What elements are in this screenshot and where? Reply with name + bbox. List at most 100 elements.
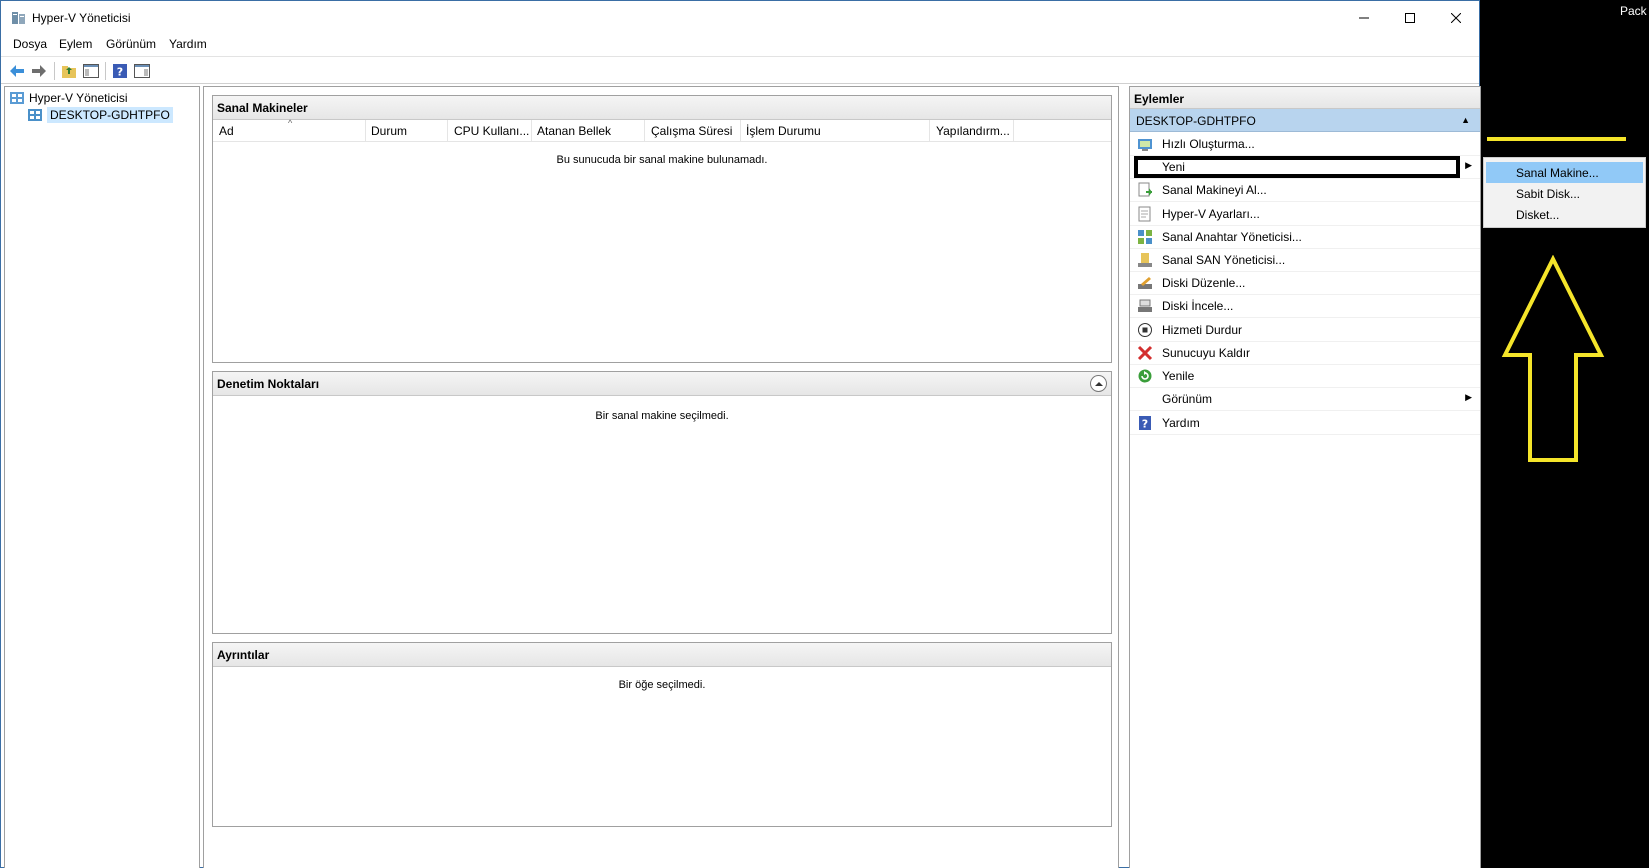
chevron-up-icon — [1094, 381, 1103, 386]
show-hide-action-pane-button[interactable] — [132, 61, 152, 81]
import-vm-icon — [1137, 182, 1153, 198]
collapse-button[interactable] — [1090, 375, 1107, 392]
details-empty-message: Bir öğe seçilmedi. — [618, 679, 706, 691]
column-durum[interactable]: Durum — [371, 124, 407, 138]
toolbar: ? — [1, 56, 1479, 84]
quick-create-icon — [1137, 136, 1153, 152]
column-divider[interactable] — [644, 120, 645, 142]
menu-eylem[interactable]: Eylem — [59, 37, 92, 51]
action-label: Sunucuyu Kaldır — [1162, 346, 1251, 360]
column-divider[interactable] — [531, 120, 532, 142]
show-hide-action-pane-icon — [134, 64, 150, 78]
checkpoints-panel: Denetim Noktaları Bir sanal makine seçil… — [212, 371, 1112, 634]
column-memory[interactable]: Atanan Bellek — [537, 124, 611, 138]
virtual-switch-icon — [1137, 229, 1153, 245]
back-icon — [10, 65, 24, 77]
checkpoints-empty-message: Bir sanal makine seçilmedi. — [595, 410, 729, 422]
column-status[interactable]: İşlem Durumu — [746, 124, 821, 138]
action-label: Sanal Makineyi Al... — [1162, 183, 1267, 197]
column-ad[interactable]: Ad — [219, 124, 234, 138]
yellow-highlight-line — [1487, 137, 1626, 141]
action-item[interactable]: Hızlı Oluşturma... — [1130, 132, 1480, 156]
column-divider[interactable] — [929, 120, 930, 142]
action-item[interactable]: ? Yardım — [1130, 411, 1480, 435]
tree-server-label: DESKTOP-GDHTPFO — [47, 107, 173, 123]
maximize-icon — [1405, 12, 1415, 23]
settings-icon — [1137, 206, 1153, 222]
action-label: Diski İncele... — [1162, 299, 1234, 313]
action-label: Yeni — [1162, 160, 1185, 174]
up-folder-icon — [62, 66, 76, 78]
column-uptime[interactable]: Çalışma Süresi — [651, 124, 732, 138]
actions-pane: Eylemler DESKTOP-GDHTPFO ▲ Hızlı Oluştur… — [1129, 86, 1481, 868]
action-item[interactable]: Görünüm ▶ — [1130, 387, 1480, 411]
title-bar[interactable]: Hyper-V Yöneticisi — [1, 1, 1479, 34]
menu-bar: Dosya Eylem Görünüm Yardım — [1, 34, 1479, 54]
close-button[interactable] — [1433, 1, 1479, 34]
action-label: Yardım — [1162, 416, 1200, 430]
tree-root-label: Hyper-V Yöneticisi — [29, 91, 128, 105]
action-item[interactable]: Diski Düzenle... — [1130, 271, 1480, 295]
up-arrow-annotation — [1501, 255, 1605, 462]
submenu-item-virtual-machine[interactable]: Sanal Makine... — [1486, 162, 1643, 183]
action-label: Hyper-V Ayarları... — [1162, 207, 1260, 221]
up-folder-button[interactable] — [59, 61, 79, 81]
action-label: Hizmeti Durdur — [1162, 323, 1243, 337]
hyperv-app-icon — [12, 12, 25, 24]
action-item[interactable]: Sanal Anahtar Yöneticisi... — [1130, 225, 1480, 249]
submenu-item-hard-disk[interactable]: Sabit Disk... — [1486, 183, 1643, 204]
column-config[interactable]: Yapılandırm... — [936, 124, 1010, 138]
menu-gorunum[interactable]: Görünüm — [106, 37, 156, 51]
maximize-button[interactable] — [1387, 1, 1433, 34]
toolbar-separator — [105, 62, 106, 80]
help-icon: ? — [1137, 415, 1153, 431]
stop-service-icon — [1137, 322, 1153, 338]
forward-button[interactable] — [29, 61, 49, 81]
show-hide-tree-button[interactable] — [81, 61, 101, 81]
action-item[interactable]: Yenile — [1130, 364, 1480, 388]
column-cpu[interactable]: CPU Kullanı... — [454, 124, 529, 138]
submenu-arrow-icon: ▶ — [1465, 392, 1472, 402]
vm-column-headers: ^ Ad Durum CPU Kullanı... Atanan Bellek … — [213, 118, 1111, 142]
minimize-button[interactable] — [1341, 1, 1387, 34]
back-button[interactable] — [7, 61, 27, 81]
console-tree: Hyper-V Yöneticisi DESKTOP-GDHTPFO — [4, 86, 200, 868]
menu-dosya[interactable]: Dosya — [13, 37, 47, 51]
vm-panel: Sanal Makineler ^ Ad Durum CPU Kullanı..… — [212, 95, 1112, 363]
column-divider[interactable] — [1013, 120, 1014, 142]
column-divider[interactable] — [365, 120, 366, 142]
action-item[interactable]: Sanal SAN Yöneticisi... — [1130, 248, 1480, 272]
inspect-disk-icon — [1137, 298, 1153, 314]
show-hide-tree-icon — [83, 64, 99, 78]
svg-text:?: ? — [117, 66, 123, 79]
tree-item-root[interactable]: Hyper-V Yöneticisi — [9, 90, 127, 106]
vm-panel-title: Sanal Makineler — [213, 96, 1111, 120]
checkpoints-panel-title: Denetim Noktaları — [213, 372, 1111, 396]
help-button[interactable]: ? — [110, 61, 130, 81]
minimize-icon — [1359, 17, 1369, 18]
checkpoints-title: Denetim Noktaları — [217, 377, 320, 391]
actions-group-header[interactable]: DESKTOP-GDHTPFO ▲ — [1130, 109, 1480, 132]
collapse-group-icon[interactable]: ▲ — [1461, 115, 1470, 125]
remove-server-icon — [1137, 345, 1153, 361]
toolbar-separator — [54, 62, 55, 80]
action-item[interactable]: Sanal Makineyi Al... — [1130, 178, 1480, 202]
svg-text:?: ? — [1142, 418, 1148, 431]
column-divider[interactable] — [447, 120, 448, 142]
action-label: Yenile — [1162, 369, 1195, 383]
action-item[interactable]: Yeni ▶ — [1130, 155, 1480, 179]
tree-item-server[interactable]: DESKTOP-GDHTPFO — [27, 107, 173, 123]
action-item[interactable]: Hyper-V Ayarları... — [1130, 202, 1480, 226]
vm-empty-message: Bu sunucuda bir sanal makine bulunamadı. — [556, 154, 768, 166]
column-divider[interactable] — [740, 120, 741, 142]
corner-text: Pack — [1620, 4, 1647, 18]
action-item[interactable]: Sunucuyu Kaldır — [1130, 341, 1480, 365]
refresh-icon — [1137, 368, 1153, 384]
action-item[interactable]: Diski İncele... — [1130, 294, 1480, 318]
sort-ascending-icon: ^ — [288, 118, 293, 128]
window-title: Hyper-V Yöneticisi — [32, 11, 131, 25]
action-item[interactable]: Hizmeti Durdur — [1130, 318, 1480, 342]
menu-yardim[interactable]: Yardım — [169, 37, 207, 51]
new-submenu: Sanal Makine... Sabit Disk... Disket... — [1483, 157, 1646, 228]
submenu-item-floppy-disk[interactable]: Disket... — [1486, 204, 1643, 225]
